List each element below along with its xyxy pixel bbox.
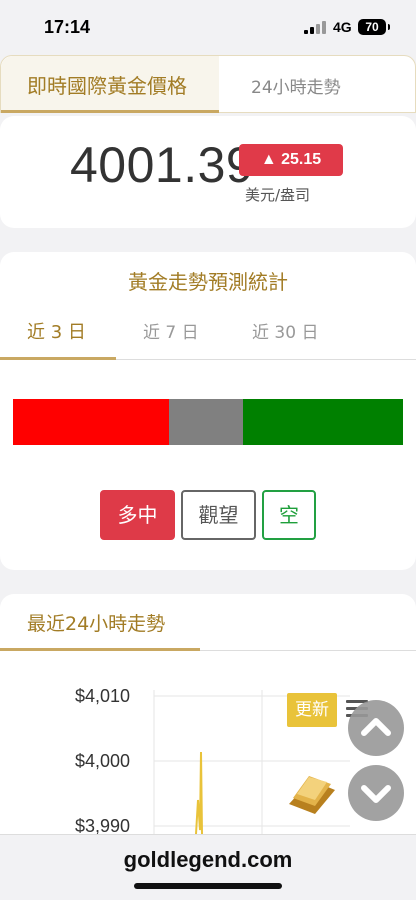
signal-icon bbox=[304, 21, 326, 34]
tab-3-days[interactable]: 近 3 日 bbox=[27, 318, 86, 344]
chevron-down-icon bbox=[361, 785, 391, 803]
distribution-segment bbox=[169, 399, 244, 445]
forecast-title: 黃金走勢預測統計 bbox=[128, 270, 288, 294]
scroll-down-button[interactable] bbox=[348, 765, 404, 821]
y-tick-label: $4,000 bbox=[75, 751, 131, 771]
price-unit: 美元/盎司 bbox=[245, 186, 311, 204]
distribution-segment bbox=[13, 399, 169, 445]
vote-bear-button[interactable]: 空 bbox=[262, 490, 316, 540]
gold-price: 4001.39 bbox=[70, 137, 255, 193]
home-indicator bbox=[134, 883, 282, 889]
trend-line bbox=[195, 751, 203, 834]
tab-30-days[interactable]: 近 30 日 bbox=[252, 318, 318, 343]
browser-footer: goldlegend.com bbox=[0, 834, 416, 900]
tab-24h-trend[interactable]: 24小時走勢 bbox=[251, 73, 341, 98]
forecast-tabs: 近 3 日 近 7 日 近 30 日 bbox=[0, 308, 416, 360]
chevron-up-icon bbox=[361, 718, 391, 736]
status-time: 17:14 bbox=[44, 17, 91, 37]
tab-7-days[interactable]: 近 7 日 bbox=[143, 318, 199, 343]
y-tick-label: $4,010 bbox=[75, 686, 131, 706]
price-tabs: 即時國際黃金價格 24小時走勢 bbox=[0, 55, 416, 113]
update-button[interactable]: 更新 bbox=[287, 693, 337, 727]
trend-title: 最近24小時走勢 bbox=[27, 613, 166, 635]
price-card: 4001.39 ▲ 25.15 美元/盎司 bbox=[0, 116, 416, 228]
distribution-segment bbox=[243, 399, 403, 445]
status-bar: 17:14 4G 70 bbox=[0, 0, 416, 52]
scroll-up-button[interactable] bbox=[348, 700, 404, 756]
address-bar-domain[interactable]: goldlegend.com bbox=[0, 847, 416, 873]
trend-title-underline bbox=[0, 648, 200, 651]
tab-realtime-price[interactable]: 即時國際黃金價格 bbox=[1, 56, 219, 113]
active-tab-underline bbox=[0, 357, 116, 360]
network-type: 4G bbox=[333, 19, 352, 35]
vote-watch-button[interactable]: 觀望 bbox=[181, 490, 256, 540]
battery-icon: 70 bbox=[358, 19, 390, 35]
price-change-badge: ▲ 25.15 bbox=[239, 144, 343, 176]
forecast-card: 黃金走勢預測統計 近 3 日 近 7 日 近 30 日 多中 觀望 空 bbox=[0, 252, 416, 570]
tab-realtime-price-label: 即時國際黃金價格 bbox=[27, 74, 187, 98]
gold-bar-icon[interactable] bbox=[285, 768, 337, 818]
forecast-distribution-bar bbox=[13, 399, 403, 445]
vote-bull-button[interactable]: 多中 bbox=[100, 490, 175, 540]
